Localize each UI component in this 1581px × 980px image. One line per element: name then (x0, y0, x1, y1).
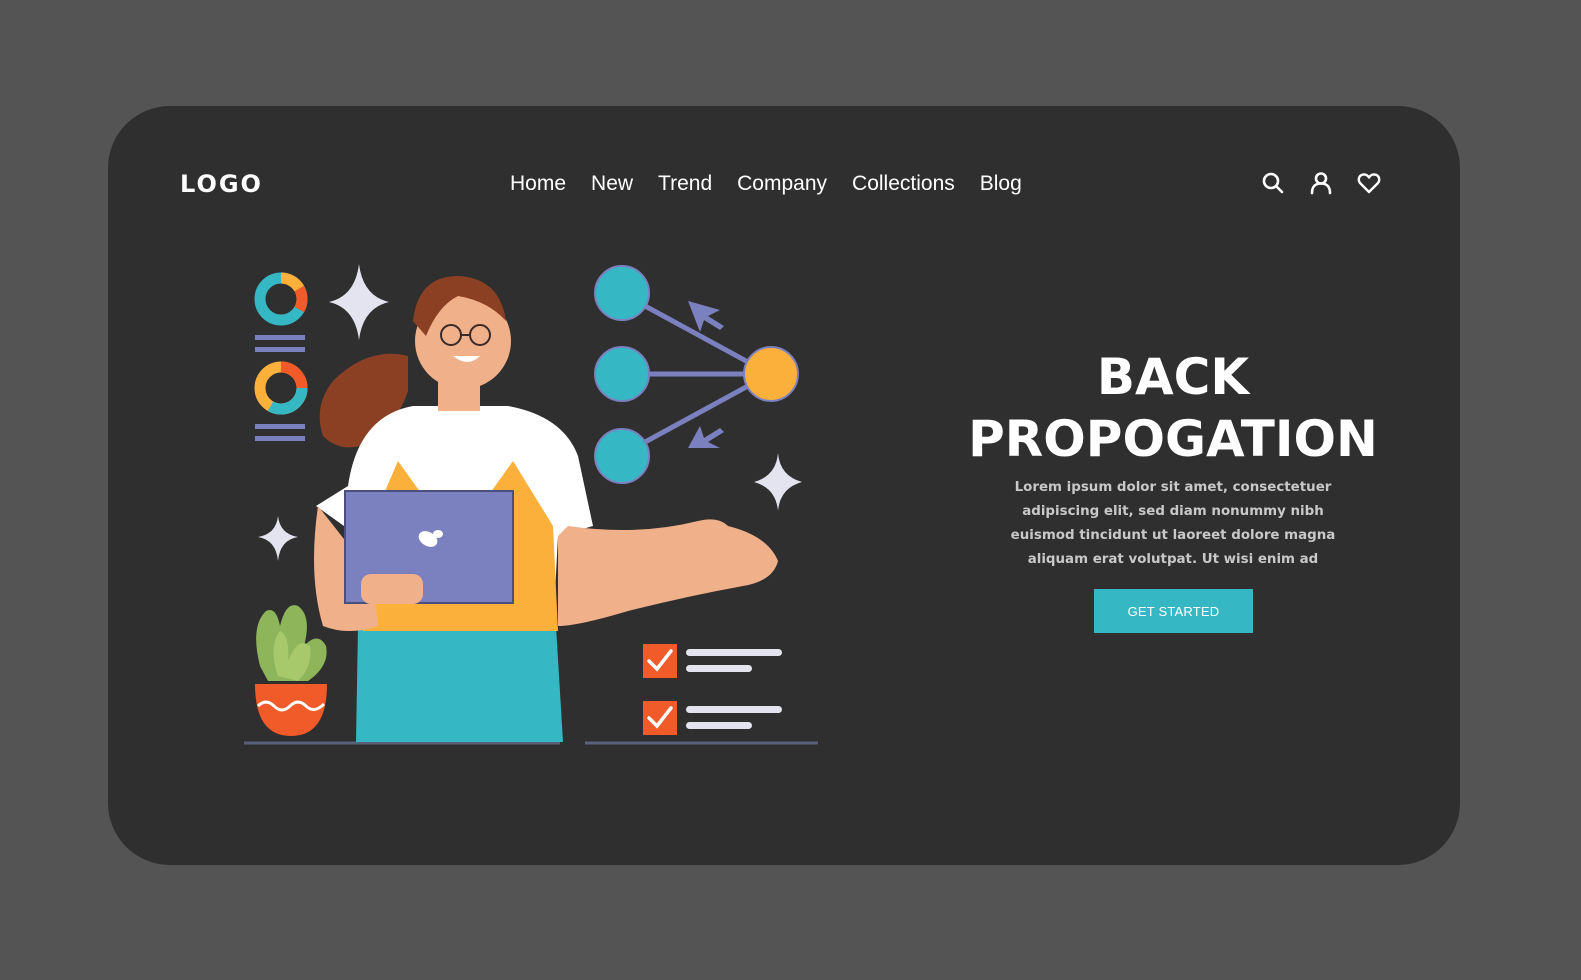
input-node (594, 265, 650, 321)
nav-home[interactable]: Home (510, 170, 566, 198)
legend-line (255, 347, 305, 352)
nav-blog[interactable]: Blog (980, 170, 1022, 198)
search-icon[interactable] (1260, 170, 1286, 196)
input-node (594, 346, 650, 402)
checklist-icon (643, 644, 782, 735)
landing-card: LOGO Home New Trend Company Collections … (108, 106, 1460, 865)
neural-network-diagram (594, 265, 799, 484)
arrow-back-icon (688, 301, 724, 332)
nav-collections[interactable]: Collections (852, 170, 955, 198)
logo[interactable]: LOGO (180, 170, 263, 198)
output-node (743, 346, 799, 402)
header-actions (1260, 170, 1382, 196)
hero-title: BACK PROPOGATION (928, 346, 1418, 470)
main-nav: Home New Trend Company Collections Blog (510, 170, 1047, 198)
hero-title-line-2: PROPOGATION (968, 410, 1378, 468)
legend-line (255, 424, 305, 429)
hero-title-line-1: BACK (1096, 348, 1250, 406)
person-illustration (314, 276, 778, 742)
nav-company[interactable]: Company (737, 170, 827, 198)
nav-new[interactable]: New (591, 170, 633, 198)
sparkle-icon (258, 516, 298, 561)
donut-chart-icon (254, 361, 308, 415)
nav-trend[interactable]: Trend (658, 170, 712, 198)
legend-line (255, 335, 305, 340)
plant-icon (255, 605, 327, 736)
legend-line (255, 436, 305, 441)
sparkle-icon (754, 453, 802, 511)
hero-description: Lorem ipsum dolor sit amet, consectetuer… (1010, 480, 1336, 567)
donut-chart-icon (254, 272, 308, 326)
hero-illustration (244, 264, 818, 745)
sparkle-icon (329, 264, 389, 340)
input-node (594, 428, 650, 484)
arrow-back-icon (688, 426, 724, 448)
user-icon[interactable] (1308, 170, 1334, 196)
heart-icon[interactable] (1356, 170, 1382, 196)
get-started-button[interactable]: GET STARTED (1094, 589, 1253, 633)
